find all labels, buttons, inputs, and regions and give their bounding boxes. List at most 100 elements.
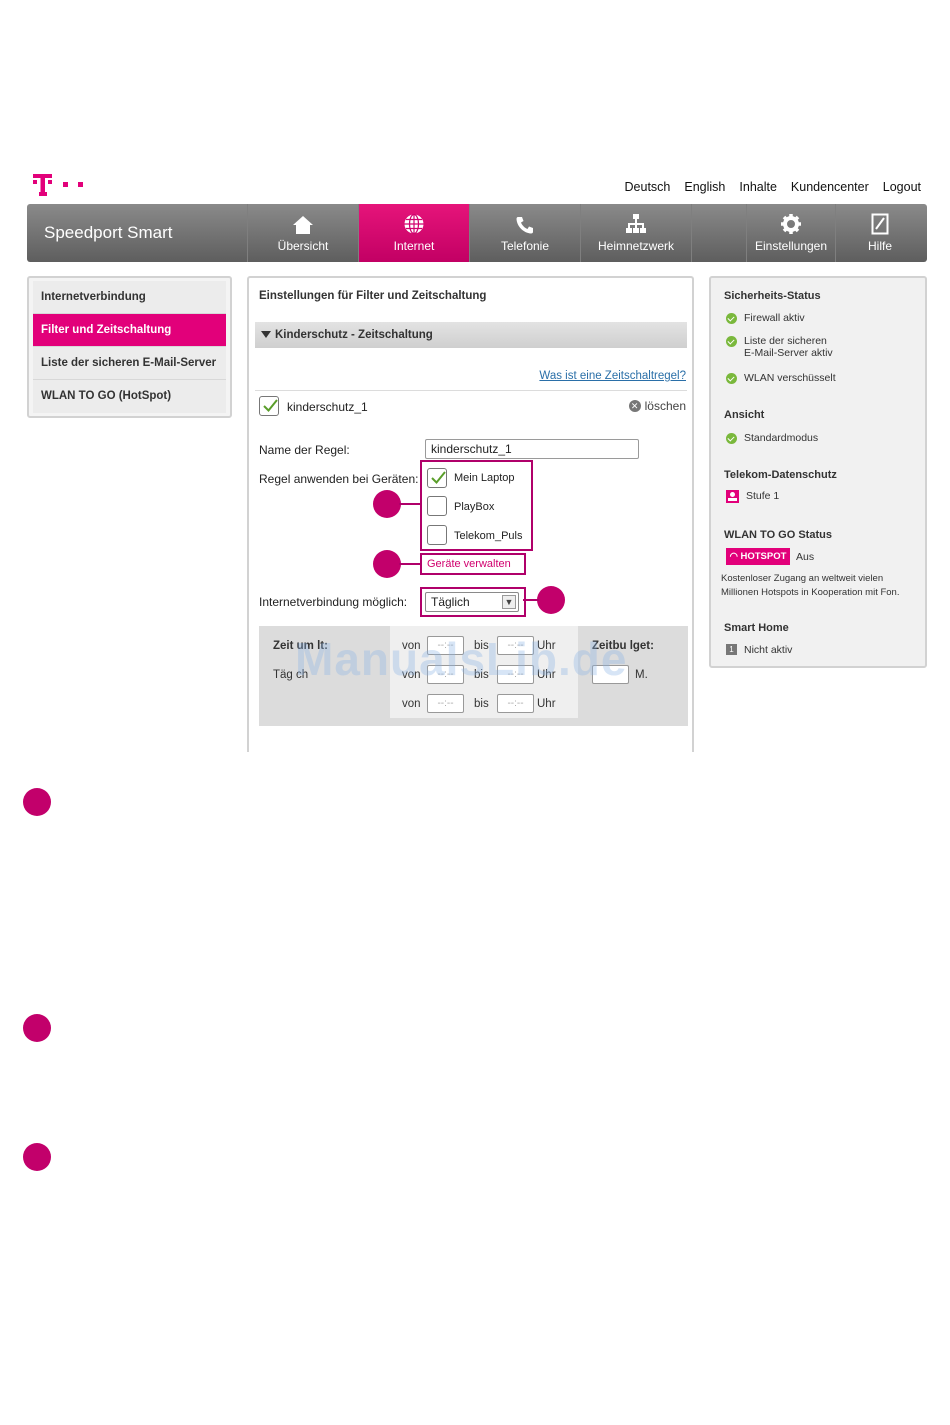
- status-row: Firewall aktiv: [726, 312, 805, 324]
- device-checkbox-telekom-puls[interactable]: [427, 525, 447, 545]
- device-label: Telekom_Puls: [454, 530, 523, 542]
- nav-spacer: [691, 204, 746, 262]
- section-title: Kinderschutz - Zeitschaltung: [275, 329, 433, 341]
- security-status-title: Sicherheits-Status: [724, 290, 821, 302]
- callout-marker-2: [373, 550, 401, 578]
- nav-help[interactable]: Hilfe: [835, 204, 924, 262]
- callout-connector: [399, 563, 420, 565]
- collapse-triangle-icon: [261, 331, 271, 338]
- status-text: WLAN verschüsselt: [744, 372, 836, 384]
- page-title: Einstellungen für Filter und Zeitschaltu…: [259, 290, 487, 302]
- status-text: Stufe 1: [746, 490, 780, 502]
- hotspot-description: Kostenloser Zugang an weltweit vielen Mi…: [721, 573, 900, 598]
- top-links: Deutsch English Inhalte Kundencenter Log…: [625, 180, 921, 194]
- connection-label: Internetverbindung möglich:: [259, 595, 408, 609]
- contents-link[interactable]: Inhalte: [739, 180, 777, 194]
- section-header[interactable]: Kinderschutz - Zeitschaltung: [255, 322, 687, 348]
- divider: [255, 390, 687, 391]
- manage-devices-link[interactable]: Geräte verwalten: [427, 558, 511, 570]
- smart-home-title: Smart Home: [724, 622, 789, 634]
- devices-label: Regel anwenden bei Geräten:: [259, 472, 419, 486]
- from-time-input[interactable]: --:--: [427, 694, 464, 713]
- rule-enable-checkbox[interactable]: [259, 396, 279, 416]
- check-status-icon: [726, 433, 737, 444]
- hotspot-badge: ◠ HOTSPOT: [726, 548, 790, 565]
- rule-name-label: Name der Regel:: [259, 443, 350, 457]
- status-row: Standardmodus: [726, 432, 818, 444]
- nav-settings[interactable]: Einstellungen: [746, 204, 835, 262]
- wlan-status-title: WLAN TO GO Status: [724, 529, 832, 541]
- nav-home-network[interactable]: Heimnetzwerk: [580, 204, 691, 262]
- callout-connector: [523, 599, 539, 601]
- device-label: PlayBox: [454, 501, 495, 513]
- check-status-icon: [726, 336, 737, 347]
- left-menu: Internetverbindung Filter und Zeitschalt…: [27, 276, 232, 418]
- chevron-down-icon: ▼: [502, 595, 516, 609]
- nav-label: Einstellungen: [754, 239, 828, 253]
- status-text: Nicht aktiv: [744, 644, 793, 656]
- callout-marker-1: [373, 490, 401, 518]
- nav-label: Telefonie: [500, 239, 550, 253]
- main-navbar: Speedport Smart Übersicht Internet Telef…: [27, 204, 927, 262]
- brand-title: Speedport Smart: [44, 223, 173, 242]
- menu-internet-connection[interactable]: Internetverbindung: [33, 281, 226, 314]
- step-marker-2: [23, 1014, 51, 1042]
- device-checkbox-mein-laptop[interactable]: [427, 468, 447, 488]
- callout-marker-3: [537, 586, 565, 614]
- checkmark-icon: [263, 399, 278, 412]
- status-text: Firewall aktiv: [744, 312, 805, 324]
- nav-telephony[interactable]: Telefonie: [469, 204, 580, 262]
- privacy-title: Telekom-Datenschutz: [724, 469, 837, 481]
- watermark-text: ManualsLib.de: [295, 633, 628, 685]
- language-deutsch-link[interactable]: Deutsch: [625, 180, 671, 194]
- network-icon: [625, 213, 647, 235]
- select-value: Täglich: [431, 595, 470, 609]
- nav-label: Übersicht: [277, 239, 329, 253]
- status-panel: Sicherheits-Status Firewall aktiv Liste …: [709, 276, 927, 668]
- rule-name-input[interactable]: kinderschutz_1: [425, 439, 639, 459]
- delete-rule-button[interactable]: ✕ löschen: [628, 399, 686, 413]
- menu-wlan-to-go[interactable]: WLAN TO GO (HotSpot): [33, 380, 226, 413]
- from-label: von: [402, 698, 421, 710]
- time-budget-unit: M.: [635, 669, 648, 681]
- step-marker-3: [23, 1143, 51, 1171]
- status-row: 1 Nicht aktiv: [726, 644, 792, 656]
- status-row: WLAN verschüsselt: [726, 372, 836, 384]
- smart-home-icon: 1: [726, 644, 737, 655]
- status-text: Standardmodus: [744, 432, 819, 444]
- status-text: Liste der sicheren: [744, 335, 827, 347]
- globe-icon: [403, 213, 425, 235]
- home-icon: [292, 213, 314, 235]
- telekom-logo: [33, 172, 93, 198]
- nav-label: Hilfe: [867, 239, 892, 253]
- rule-checkbox-label: kinderschutz_1: [287, 400, 368, 414]
- status-row: Liste der sicheren E-Mail-Server aktiv: [726, 335, 833, 359]
- view-title: Ansicht: [724, 409, 765, 421]
- help-book-icon: [871, 213, 889, 235]
- menu-safe-mail-servers[interactable]: Liste der sicheren E-Mail-Server: [33, 347, 226, 380]
- step-marker-1: [23, 788, 51, 816]
- device-checkbox-playbox[interactable]: [427, 496, 447, 516]
- status-row: Stufe 1: [726, 490, 779, 503]
- wifi-icon: ◠: [729, 551, 741, 562]
- logout-link[interactable]: Logout: [883, 180, 921, 194]
- connection-schedule-select[interactable]: Täglich ▼: [425, 592, 519, 612]
- user-shield-icon: [726, 490, 739, 503]
- timer-rule-help-link[interactable]: Was ist eine Zeitschaltregel?: [539, 370, 686, 382]
- check-status-icon: [726, 373, 737, 384]
- nav-label: Internet: [393, 239, 435, 253]
- nav-label: Heimnetzwerk: [597, 239, 675, 253]
- language-english-link[interactable]: English: [684, 180, 725, 194]
- gear-icon: [780, 213, 802, 235]
- nav-overview[interactable]: Übersicht: [247, 204, 358, 262]
- nav-internet[interactable]: Internet: [358, 204, 469, 262]
- hotspot-status-text: Aus: [796, 551, 815, 563]
- to-label: bis: [474, 698, 489, 710]
- to-time-input[interactable]: --:--: [497, 694, 534, 713]
- customer-center-link[interactable]: Kundencenter: [791, 180, 869, 194]
- callout-connector: [399, 503, 420, 505]
- delete-label: löschen: [644, 399, 686, 413]
- device-label: Mein Laptop: [454, 472, 515, 484]
- phone-icon: [515, 213, 535, 235]
- menu-filter-timer[interactable]: Filter und Zeitschaltung: [33, 314, 226, 347]
